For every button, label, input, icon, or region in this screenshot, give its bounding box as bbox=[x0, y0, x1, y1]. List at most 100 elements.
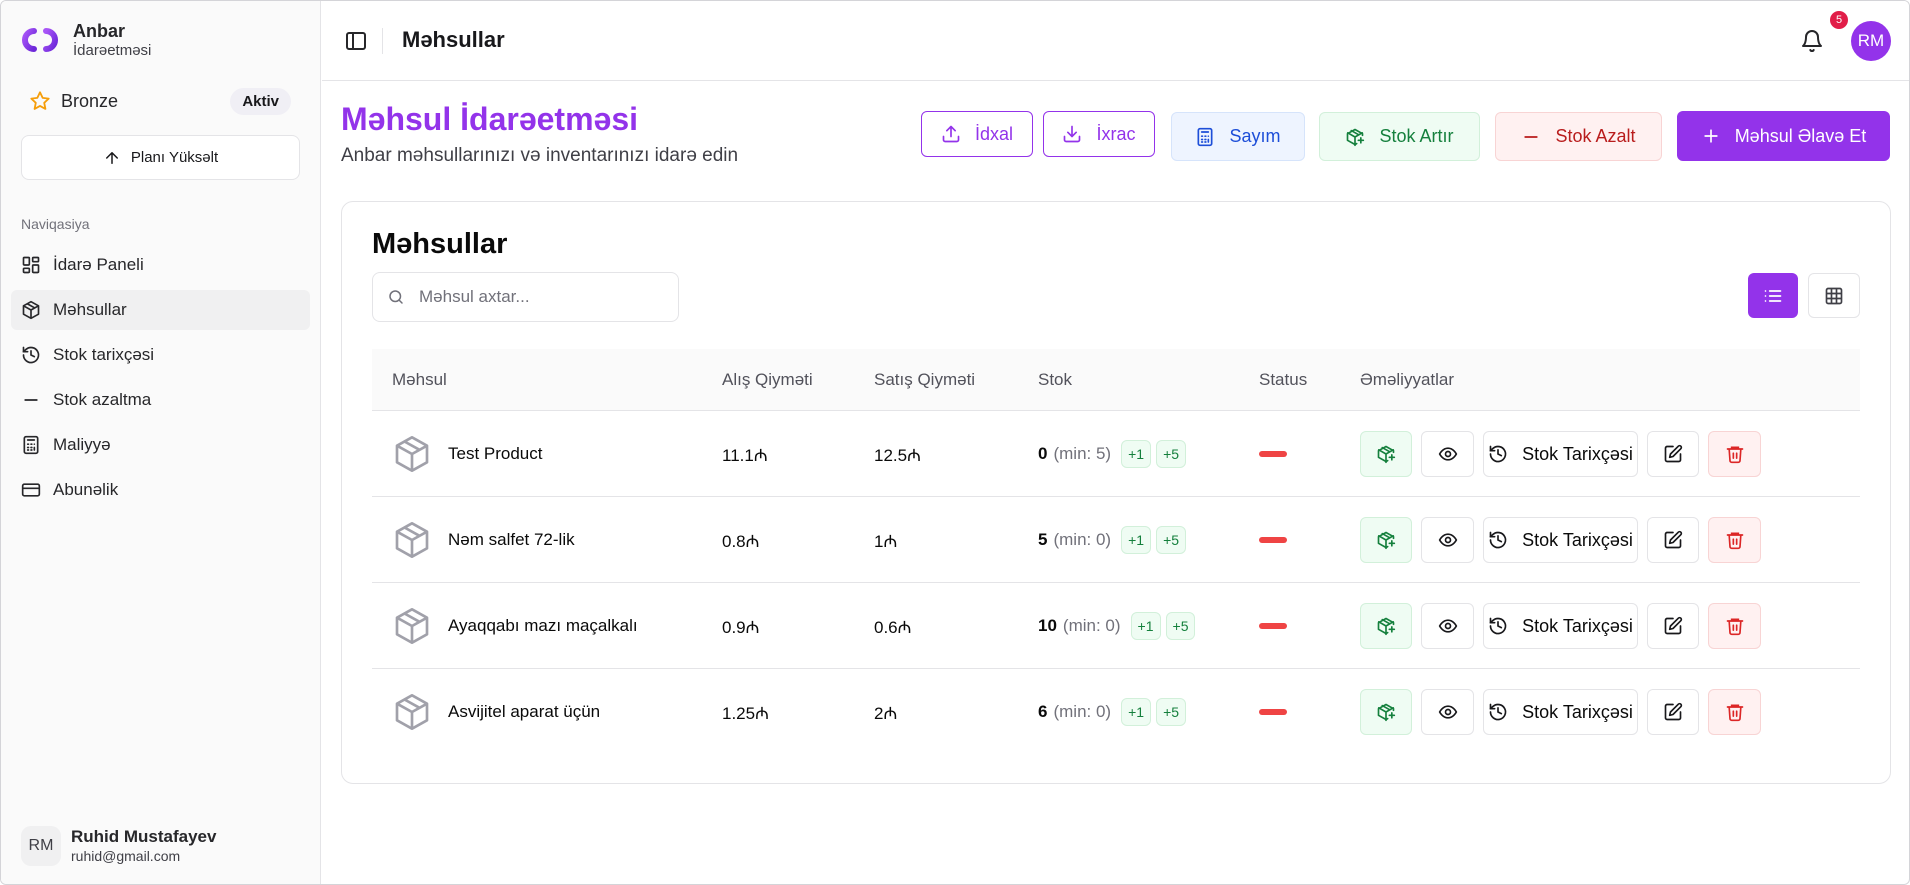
status-indicator bbox=[1259, 709, 1287, 715]
view-button[interactable] bbox=[1421, 431, 1474, 477]
product-cell: Test Product bbox=[392, 411, 543, 497]
column-header: Əməliyyatlar bbox=[1360, 370, 1455, 389]
edit-button[interactable] bbox=[1647, 689, 1699, 735]
view-button[interactable] bbox=[1421, 689, 1474, 735]
product-name: Asvijitel aparat üçün bbox=[448, 702, 601, 721]
delete-button[interactable] bbox=[1708, 517, 1761, 563]
package-icon bbox=[395, 436, 429, 472]
brand[interactable]: Anbar İdarəetməsi bbox=[19, 19, 151, 61]
upgrade-plan-button[interactable]: Planı Yüksəlt bbox=[21, 135, 300, 180]
sidebar-item-dashboard[interactable]: İdarə Paneli bbox=[11, 245, 310, 285]
plan-status-badge: Aktiv bbox=[230, 87, 291, 115]
package-plus-icon bbox=[1377, 445, 1396, 464]
credit-card-icon bbox=[21, 483, 41, 497]
increment-1-button[interactable]: +1 bbox=[1121, 440, 1152, 468]
sidebar-item-label: İdarə Paneli bbox=[53, 255, 144, 274]
sidebar: Anbar İdarəetməsi Bronze Aktiv Planı Yük… bbox=[1, 1, 321, 884]
sidebar-item-finance[interactable]: Maliyyə bbox=[11, 425, 310, 465]
delete-button[interactable] bbox=[1708, 431, 1761, 477]
sidebar-item-stock-history[interactable]: Stok tarixçəsi bbox=[11, 335, 310, 375]
stock-cell: 0 (min: 5) +1 +5 bbox=[1038, 411, 1191, 497]
user-profile[interactable]: RM Ruhid Mustafayev ruhid@gmail.com bbox=[21, 826, 216, 866]
stock-min: (min: 0) bbox=[1053, 702, 1112, 721]
upgrade-plan-label: Planı Yüksəlt bbox=[130, 149, 219, 166]
sidebar-item-stock-decrease[interactable]: Stok azaltma bbox=[11, 380, 310, 420]
stock-increase-button[interactable]: Stok Artır bbox=[1319, 112, 1480, 161]
edit-button[interactable] bbox=[1647, 603, 1699, 649]
row-stock-increase-button[interactable] bbox=[1360, 689, 1412, 735]
bell-icon[interactable] bbox=[1800, 29, 1824, 53]
row-stock-increase-button[interactable] bbox=[1360, 603, 1412, 649]
stock-quantity: 5 bbox=[1038, 530, 1048, 549]
stock-decrease-button[interactable]: Stok Azalt bbox=[1495, 112, 1662, 161]
sell-price: 12.5₼ bbox=[874, 445, 921, 465]
table-row: Nəm salfet 72-lik 0.8₼ 1₼ 5 (min: 0) +1 … bbox=[372, 497, 1860, 583]
grid-view-button[interactable] bbox=[1808, 273, 1860, 318]
increment-5-button[interactable]: +5 bbox=[1156, 698, 1187, 726]
increment-1-button[interactable]: +1 bbox=[1121, 698, 1152, 726]
stock-history-button[interactable]: Stok Tarixçəsi bbox=[1483, 431, 1638, 477]
sidebar-nav: İdarə Paneli Məhsullar Stok tarixçəsi St… bbox=[11, 245, 310, 515]
eye-icon bbox=[1438, 705, 1457, 719]
sell-price: 2₼ bbox=[874, 703, 898, 723]
package-plus-icon bbox=[1377, 531, 1396, 550]
row-stock-increase-button[interactable] bbox=[1360, 517, 1412, 563]
count-button[interactable]: Sayım bbox=[1171, 112, 1305, 161]
history-icon bbox=[1489, 531, 1507, 549]
stock-min: (min: 0) bbox=[1062, 616, 1121, 635]
stock-history-button[interactable]: Stok Tarixçəsi bbox=[1483, 689, 1638, 735]
trash-icon bbox=[1726, 704, 1743, 722]
sidebar-toggle-icon[interactable] bbox=[344, 29, 368, 53]
star-icon bbox=[30, 91, 50, 110]
calculator-icon bbox=[1197, 127, 1213, 146]
notification-badge: 5 bbox=[1830, 11, 1848, 29]
increment-5-button[interactable]: +5 bbox=[1156, 526, 1187, 554]
stock-history-button[interactable]: Stok Tarixçəsi bbox=[1483, 603, 1638, 649]
column-header: Satış Qiyməti bbox=[874, 370, 976, 389]
edit-icon bbox=[1664, 702, 1683, 721]
sidebar-item-label: Maliyyə bbox=[53, 435, 111, 454]
view-button[interactable] bbox=[1421, 517, 1474, 563]
add-product-button[interactable]: Məhsul Əlavə Et bbox=[1677, 111, 1890, 161]
product-name: Ayaqqabı mazı maçalkalı bbox=[448, 616, 638, 635]
stock-history-label: Stok Tarixçəsi bbox=[1522, 701, 1633, 722]
list-view-button[interactable] bbox=[1748, 273, 1798, 318]
delete-button[interactable] bbox=[1708, 689, 1761, 735]
dashboard-icon bbox=[22, 256, 40, 274]
increment-1-button[interactable]: +1 bbox=[1130, 612, 1161, 640]
grid-icon bbox=[1825, 287, 1843, 304]
product-cell: Ayaqqabı mazı maçalkalı bbox=[392, 583, 638, 669]
view-button[interactable] bbox=[1421, 603, 1474, 649]
increment-5-button[interactable]: +5 bbox=[1165, 612, 1196, 640]
stock-quantity: 6 bbox=[1038, 702, 1048, 721]
edit-button[interactable] bbox=[1647, 517, 1699, 563]
delete-button[interactable] bbox=[1708, 603, 1761, 649]
arrow-up-icon bbox=[105, 151, 118, 164]
increment-1-button[interactable]: +1 bbox=[1121, 526, 1152, 554]
buy-price: 0.9₼ bbox=[722, 617, 760, 637]
page-heading: Məhsul İdarəetməsi bbox=[341, 101, 638, 137]
stock-history-button[interactable]: Stok Tarixçəsi bbox=[1483, 517, 1638, 563]
export-button[interactable]: İxrac bbox=[1043, 111, 1155, 157]
sidebar-item-subscription[interactable]: Abunəlik bbox=[11, 470, 310, 510]
stock-cell: 10 (min: 0) +1 +5 bbox=[1038, 583, 1200, 669]
nav-heading: Naviqasiya bbox=[21, 216, 90, 232]
search-input[interactable] bbox=[419, 287, 649, 307]
sidebar-item-products[interactable]: Məhsullar bbox=[11, 290, 310, 330]
trash-icon bbox=[1726, 532, 1743, 550]
topbar: Məhsullar 5 RM bbox=[322, 1, 1909, 81]
increment-5-button[interactable]: +5 bbox=[1156, 440, 1187, 468]
avatar[interactable]: RM bbox=[1851, 21, 1891, 61]
stock-history-label: Stok Tarixçəsi bbox=[1522, 615, 1633, 636]
stock-cell: 5 (min: 0) +1 +5 bbox=[1038, 497, 1191, 583]
stock-cell: 6 (min: 0) +1 +5 bbox=[1038, 669, 1191, 755]
package-icon bbox=[395, 608, 429, 644]
app-window: Anbar İdarəetməsi Bronze Aktiv Planı Yük… bbox=[0, 0, 1910, 885]
edit-button[interactable] bbox=[1647, 431, 1699, 477]
row-stock-increase-button[interactable] bbox=[1360, 431, 1412, 477]
plus-icon bbox=[1704, 129, 1718, 143]
import-button[interactable]: İdxal bbox=[921, 111, 1033, 157]
count-label: Sayım bbox=[1229, 126, 1281, 146]
history-icon bbox=[1489, 445, 1507, 463]
products-card: Məhsullar Məhsul Alış Qiyməti Satış Qiym… bbox=[341, 201, 1891, 784]
